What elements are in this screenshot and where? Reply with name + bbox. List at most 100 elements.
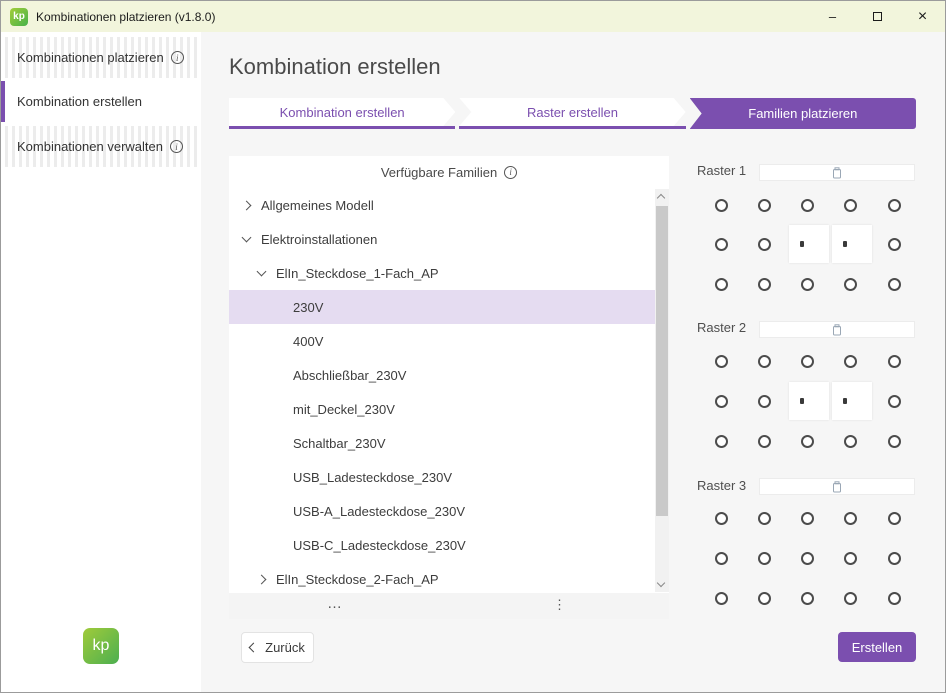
grid-position-radio[interactable]	[888, 199, 901, 212]
grid-position-radio[interactable]	[715, 512, 728, 525]
back-button[interactable]: Zurück	[241, 632, 314, 663]
placed-family-tile[interactable]	[789, 382, 829, 420]
chevron-right-icon[interactable]	[242, 200, 252, 210]
grid-position-radio[interactable]	[888, 592, 901, 605]
create-button-label: Erstellen	[852, 640, 903, 655]
grid-position-radio[interactable]	[758, 512, 771, 525]
scroll-down-icon[interactable]	[657, 579, 665, 587]
trash-icon[interactable]	[832, 324, 842, 336]
grid-position-radio[interactable]	[844, 552, 857, 565]
grid-position-radio[interactable]	[844, 355, 857, 368]
grid-position-radio[interactable]	[844, 199, 857, 212]
grid-position-radio[interactable]	[715, 355, 728, 368]
tree-item-label: USB-A_Ladesteckdose_230V	[293, 504, 465, 519]
tree-item[interactable]: Schaltbar_230V	[229, 426, 655, 460]
chevron-down-icon[interactable]	[242, 232, 252, 242]
step-familien-platzieren[interactable]: Familien platzieren	[690, 98, 916, 129]
raster-2-name-input[interactable]	[759, 321, 915, 338]
grid-position-radio[interactable]	[888, 512, 901, 525]
kp-logo: kp	[83, 628, 119, 664]
grid-position-radio[interactable]	[758, 199, 771, 212]
tree-item[interactable]: mit_Deckel_230V	[229, 392, 655, 426]
minimize-button[interactable]: –	[810, 1, 855, 32]
tree-item[interactable]: 230V	[229, 290, 655, 324]
scroll-up-icon[interactable]	[657, 194, 665, 202]
grid-position-radio[interactable]	[844, 278, 857, 291]
tree-item[interactable]: USB-C_Ladesteckdose_230V	[229, 528, 655, 562]
more-button[interactable]: …	[327, 593, 342, 615]
grid-position-radio[interactable]	[801, 552, 814, 565]
raster-1-name-input[interactable]	[759, 164, 915, 181]
grid-position-radio[interactable]	[844, 592, 857, 605]
placed-family-tile[interactable]	[832, 225, 872, 263]
raster-3-label: Raster 3	[697, 478, 746, 493]
grid-position-radio[interactable]	[888, 552, 901, 565]
grid-position-radio[interactable]	[888, 278, 901, 291]
grid-position-radio[interactable]	[801, 355, 814, 368]
grid-position-radio[interactable]	[758, 278, 771, 291]
grid-position-radio[interactable]	[801, 435, 814, 448]
sidebar-item-kombination-erstellen[interactable]: Kombination erstellen	[1, 81, 201, 122]
grid-position-radio[interactable]	[888, 355, 901, 368]
grid-position-radio[interactable]	[715, 278, 728, 291]
close-button[interactable]: ×	[900, 1, 945, 32]
scrollbar-thumb[interactable]	[656, 206, 668, 516]
trash-icon[interactable]	[832, 481, 842, 493]
sidebar-item-kombinationen-platzieren[interactable]: Kombinationen platzieren i	[1, 37, 201, 78]
families-panel-header: Verfügbare Familien i	[229, 156, 669, 188]
trash-icon[interactable]	[832, 167, 842, 179]
grid-position-radio[interactable]	[888, 435, 901, 448]
step-label: Familien platzieren	[690, 98, 916, 129]
chevron-down-icon[interactable]	[257, 266, 267, 276]
grid-position-radio[interactable]	[801, 278, 814, 291]
window-title: Kombinationen platzieren (v1.8.0)	[36, 10, 215, 24]
grid-position-radio[interactable]	[715, 199, 728, 212]
grid-position-radio[interactable]	[801, 512, 814, 525]
tree-item[interactable]: Allgemeines Modell	[229, 188, 655, 222]
maximize-button[interactable]	[855, 1, 900, 32]
info-icon: i	[170, 140, 183, 153]
tree-item[interactable]: ElIn_Steckdose_1-Fach_AP	[229, 256, 655, 290]
tree-item-label: Elektroinstallationen	[261, 232, 377, 247]
grid-position-radio[interactable]	[715, 435, 728, 448]
step-kombination-erstellen[interactable]: Kombination erstellen	[229, 98, 455, 129]
step-raster-erstellen[interactable]: Raster erstellen	[459, 98, 685, 129]
placed-family-tile[interactable]	[789, 225, 829, 263]
overflow-menu-icon[interactable]: ⋮	[553, 597, 566, 613]
sidebar-item-kombinationen-verwalten[interactable]: Kombinationen verwalten i	[1, 126, 201, 167]
grid-position-radio[interactable]	[801, 592, 814, 605]
grid-position-radio[interactable]	[758, 238, 771, 251]
grid-position-radio[interactable]	[715, 238, 728, 251]
grid-position-radio[interactable]	[758, 552, 771, 565]
grid-position-radio[interactable]	[888, 395, 901, 408]
grid-position-radio[interactable]	[758, 435, 771, 448]
grid-position-radio[interactable]	[715, 552, 728, 565]
tree-item[interactable]: Abschließbar_230V	[229, 358, 655, 392]
scrollbar[interactable]	[655, 189, 669, 592]
create-button[interactable]: Erstellen	[838, 632, 916, 662]
grid-position-radio[interactable]	[758, 395, 771, 408]
grid-position-radio[interactable]	[844, 435, 857, 448]
tree-item[interactable]: USB_Ladesteckdose_230V	[229, 460, 655, 494]
tree-item[interactable]: Elektroinstallationen	[229, 222, 655, 256]
available-families-panel: Verfügbare Familien i Allgemeines Modell…	[229, 156, 669, 619]
families-panel-footer: … ⋮	[229, 593, 669, 619]
minimize-icon: –	[829, 9, 836, 24]
tree-item[interactable]: USB-A_Ladesteckdose_230V	[229, 494, 655, 528]
placed-family-tile[interactable]	[832, 382, 872, 420]
grid-position-radio[interactable]	[758, 592, 771, 605]
raster-3-name-input[interactable]	[759, 478, 915, 495]
tree-item[interactable]: 400V	[229, 324, 655, 358]
grid-position-radio[interactable]	[715, 592, 728, 605]
family-thumbnail-icon	[843, 241, 847, 247]
tree-item[interactable]: ElIn_Steckdose_2-Fach_AP	[229, 562, 655, 593]
grid-position-radio[interactable]	[801, 199, 814, 212]
step-label: Kombination erstellen	[229, 98, 455, 126]
info-icon: i	[504, 166, 517, 179]
chevron-right-icon[interactable]	[257, 574, 267, 584]
grid-position-radio[interactable]	[844, 512, 857, 525]
grid-position-radio[interactable]	[715, 395, 728, 408]
family-thumbnail-icon	[800, 241, 804, 247]
grid-position-radio[interactable]	[758, 355, 771, 368]
grid-position-radio[interactable]	[888, 238, 901, 251]
